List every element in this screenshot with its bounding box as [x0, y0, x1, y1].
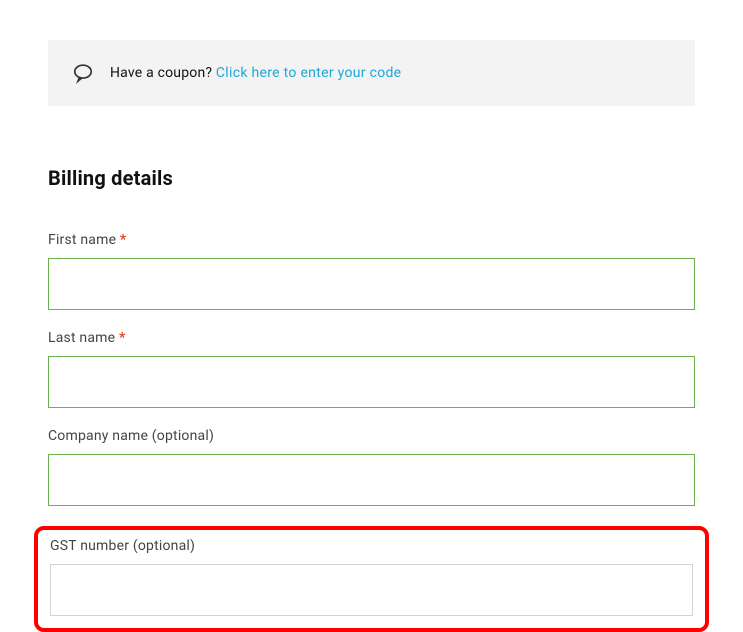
required-asterisk: * [120, 232, 127, 248]
coupon-text: Have a coupon? Click here to enter your … [110, 65, 401, 81]
checkout-container: Have a coupon? Click here to enter your … [0, 0, 743, 632]
last-name-group: Last name * [48, 330, 695, 408]
company-input[interactable] [48, 454, 695, 506]
required-asterisk: * [119, 330, 126, 346]
company-group: Company name (optional) [48, 428, 695, 506]
coupon-prompt: Have a coupon? [110, 65, 212, 81]
last-name-label: Last name * [48, 330, 695, 346]
last-name-label-text: Last name [48, 330, 115, 346]
first-name-label: First name * [48, 232, 695, 248]
first-name-group: First name * [48, 232, 695, 310]
gst-input[interactable] [50, 564, 693, 616]
billing-details-title: Billing details [48, 166, 695, 190]
coupon-link[interactable]: Click here to enter your code [216, 65, 402, 81]
gst-highlight-box: GST number (optional) [34, 526, 709, 632]
gst-group: GST number (optional) [50, 538, 693, 616]
last-name-input[interactable] [48, 356, 695, 408]
speech-bubble-icon [72, 62, 94, 84]
gst-label: GST number (optional) [50, 538, 693, 554]
first-name-label-text: First name [48, 232, 116, 248]
coupon-banner: Have a coupon? Click here to enter your … [48, 40, 695, 106]
company-label: Company name (optional) [48, 428, 695, 444]
first-name-input[interactable] [48, 258, 695, 310]
